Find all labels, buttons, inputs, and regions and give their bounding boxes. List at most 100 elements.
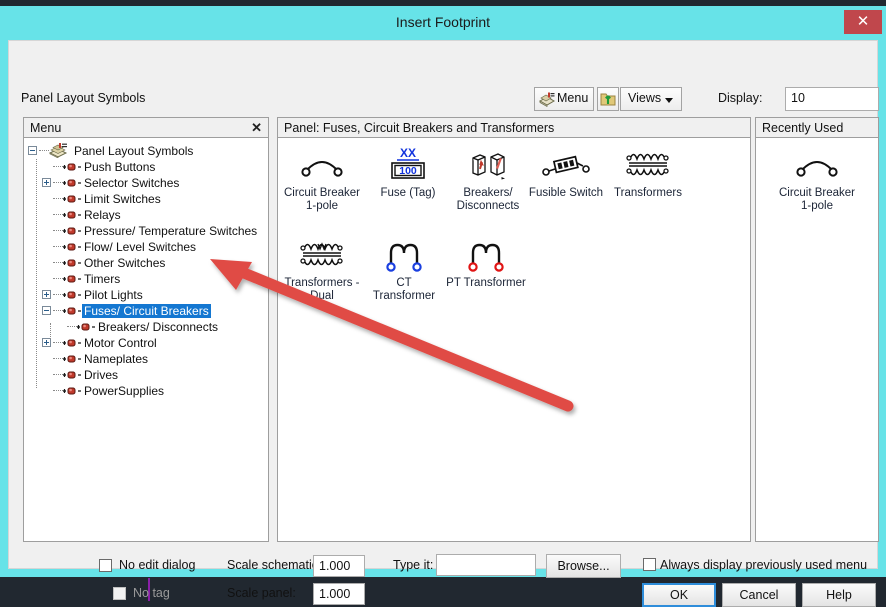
always-display-label: Always display previously used menu xyxy=(660,558,867,572)
tree-node-timers[interactable]: Timers xyxy=(24,271,268,287)
transformer-symbol xyxy=(608,145,688,185)
tree-node-flow-level-switches[interactable]: Flow/ Level Switches xyxy=(24,239,268,255)
tree-node-label: PowerSupplies xyxy=(82,384,166,398)
scale-schematic-input[interactable]: 1.000 xyxy=(313,555,365,577)
tree-node-label: Breakers/ Disconnects xyxy=(96,320,220,334)
always-display-checkbox[interactable] xyxy=(643,558,656,571)
svg-text:XX: XX xyxy=(400,146,416,160)
pt-transformer-symbol xyxy=(446,235,526,275)
menu-button[interactable]: Menu xyxy=(534,87,594,111)
symbol-item-fusible-switch[interactable]: Fusible Switch xyxy=(526,145,606,200)
recent-item-label: Circuit Breaker1-pole xyxy=(776,187,858,212)
browse-button[interactable]: Browse... xyxy=(546,554,621,578)
terminal-icon xyxy=(62,242,82,252)
tree-node-fuses-circuit-breakers[interactable]: Fuses/ Circuit Breakers xyxy=(24,303,268,319)
tree-node-label: Fuses/ Circuit Breakers xyxy=(82,304,211,318)
menu-tree-header: Menu ✕ xyxy=(24,118,268,138)
tree-node-label: Pressure/ Temperature Switches xyxy=(82,224,259,238)
tree-node-label: Timers xyxy=(82,272,122,286)
close-icon[interactable]: ✕ xyxy=(844,10,882,34)
tree-node-label: Limit Switches xyxy=(82,192,163,206)
tree-node-drives[interactable]: Drives xyxy=(24,367,268,383)
views-button[interactable]: Views xyxy=(620,87,682,111)
display-count-input[interactable]: 10 xyxy=(785,87,879,111)
terminal-icon xyxy=(62,386,82,396)
terminal-icon xyxy=(62,258,82,268)
collapse-icon[interactable] xyxy=(28,146,37,155)
terminal-icon xyxy=(62,274,82,284)
symbol-item-breakers-disconnects-folder[interactable]: Breakers/Disconnects xyxy=(448,145,528,212)
tree-node-label: Push Buttons xyxy=(82,160,157,174)
no-edit-dialog-checkbox[interactable] xyxy=(99,559,112,572)
tree-node-pressure-temperature-switches[interactable]: Pressure/ Temperature Switches xyxy=(24,223,268,239)
symbol-item-transformer-dual[interactable]: Transformers -Dual xyxy=(282,235,362,302)
symbol-item-transformer[interactable]: Transformers xyxy=(608,145,688,200)
svg-text:100: 100 xyxy=(399,165,417,177)
symbol-item-pt-transformer[interactable]: PT Transformer xyxy=(446,235,526,290)
symbol-item-label: Transformers xyxy=(608,187,688,200)
symbol-item-label: Circuit Breaker1-pole xyxy=(282,187,362,212)
tree-node-pilot-lights[interactable]: Pilot Lights xyxy=(24,287,268,303)
tree-node-label: Motor Control xyxy=(82,336,159,350)
symbol-item-label: Fusible Switch xyxy=(526,187,606,200)
symbol-grid-header: Panel: Fuses, Circuit Breakers and Trans… xyxy=(278,118,750,138)
menu-tree-pane: Menu ✕ Panel Layout Symbols Push Buttons S… xyxy=(23,117,269,542)
tree-node-relays[interactable]: Relays xyxy=(24,207,268,223)
fuse-tag-symbol: XX 100 xyxy=(368,145,448,185)
tree-node-nameplates[interactable]: Nameplates xyxy=(24,351,268,367)
terminal-icon xyxy=(62,338,82,348)
type-it-input[interactable] xyxy=(436,554,536,576)
menu-tree-close-icon[interactable]: ✕ xyxy=(251,120,262,136)
scale-panel-input[interactable]: 1.000 xyxy=(313,583,365,605)
symbol-item-fuse-tag[interactable]: XX100Fuse (Tag) xyxy=(368,145,448,200)
tree-node-label: Pilot Lights xyxy=(82,288,145,302)
ok-button[interactable]: OK xyxy=(642,583,716,607)
symbol-grid-body: Circuit Breaker1-poleXX100Fuse (Tag)Brea… xyxy=(278,139,750,541)
tree-node-panel-layout-symbols[interactable]: Panel Layout Symbols xyxy=(24,143,268,159)
circuit-breaker-1pole-symbol xyxy=(282,145,362,185)
expand-icon[interactable] xyxy=(42,178,51,187)
tree-node-label: Nameplates xyxy=(82,352,150,366)
tree-node-powersupplies[interactable]: PowerSupplies xyxy=(24,383,268,399)
symbol-item-ct-transformer[interactable]: CT Transformer xyxy=(364,235,444,302)
no-tag-label: No tag xyxy=(133,586,170,600)
terminal-icon xyxy=(76,322,96,332)
symbol-item-label: CT Transformer xyxy=(364,277,444,302)
terminal-icon xyxy=(62,162,82,172)
ct-transformer-symbol xyxy=(364,235,444,275)
tree-node-other-switches[interactable]: Other Switches xyxy=(24,255,268,271)
expand-icon[interactable] xyxy=(42,290,51,299)
type-it-label: Type it: xyxy=(393,558,433,572)
cancel-button[interactable]: Cancel xyxy=(722,583,796,607)
tree-node-motor-control[interactable]: Motor Control xyxy=(24,335,268,351)
terminal-icon xyxy=(62,194,82,204)
tree-node-breakers-disconnects[interactable]: Breakers/ Disconnects xyxy=(24,319,268,335)
terminal-icon xyxy=(62,306,82,316)
menu-button-label: Menu xyxy=(557,91,588,105)
tree-node-push-buttons[interactable]: Push Buttons xyxy=(24,159,268,175)
recently-used-pane: Recently Used Circuit Breaker1-pole xyxy=(755,117,879,542)
tree-node-selector-switches[interactable]: Selector Switches xyxy=(24,175,268,191)
expand-icon[interactable] xyxy=(42,338,51,347)
dialog-client-area: Panel Layout Symbols Menu View xyxy=(8,40,878,569)
symbol-item-circuit-breaker-1pole[interactable]: Circuit Breaker1-pole xyxy=(282,145,362,212)
menu-stack-icon xyxy=(538,92,555,107)
tree-node-limit-switches[interactable]: Limit Switches xyxy=(24,191,268,207)
tree-node-label: Panel Layout Symbols xyxy=(72,144,195,158)
views-folder-button[interactable] xyxy=(597,87,619,111)
breakers-disconnects-folder-symbol xyxy=(448,145,528,185)
tree-node-label: Other Switches xyxy=(82,256,167,270)
recent-item-circuit-breaker-1pole[interactable]: Circuit Breaker1-pole xyxy=(776,145,858,212)
help-button[interactable]: Help xyxy=(802,583,876,607)
collapse-icon[interactable] xyxy=(42,306,51,315)
chevron-down-icon xyxy=(665,98,673,103)
symbol-item-label: Transformers -Dual xyxy=(282,277,362,302)
no-tag-checkbox xyxy=(113,587,126,600)
tree-guide xyxy=(36,159,38,388)
terminal-icon xyxy=(62,210,82,220)
scale-schematic-label: Scale schematic: xyxy=(227,558,321,572)
tree-node-label: Selector Switches xyxy=(82,176,181,190)
window-title: Insert Footprint xyxy=(0,6,886,38)
menu-tree-body[interactable]: Panel Layout Symbols Push Buttons Selector… xyxy=(24,139,268,541)
symbol-item-label: Breakers/Disconnects xyxy=(448,187,528,212)
